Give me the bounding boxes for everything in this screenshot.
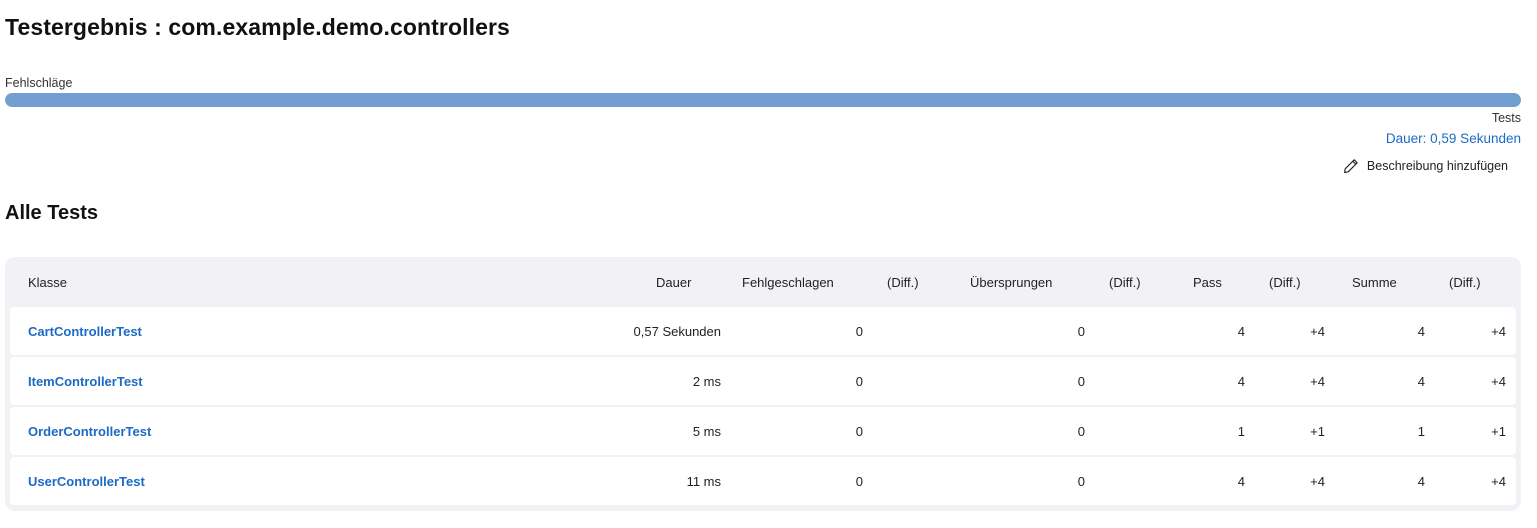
total-diff-cell: +4 [1491,474,1506,489]
total-diff-cell: +4 [1491,374,1506,389]
skipped-cell: 0 [1077,424,1085,439]
pass-diff-cell: +4 [1310,474,1325,489]
pass-diff-cell: +4 [1310,374,1325,389]
table-row: ItemControllerTest 2 ms 0 0 4 +4 4 +4 [10,357,1516,405]
pass-cell: 4 [1237,324,1245,339]
failures-label: Fehlschläge [5,76,73,90]
failed-cell: 0 [855,324,863,339]
table-row: CartControllerTest 0,57 Sekunden 0 0 4 +… [10,307,1516,355]
skipped-cell: 0 [1077,324,1085,339]
total-diff-cell: +4 [1491,324,1506,339]
failed-cell: 0 [855,374,863,389]
column-header-skipped-diff[interactable]: (Diff.) [1109,275,1141,290]
duration-cell: 5 ms [692,424,721,439]
total-cell: 1 [1417,424,1425,439]
class-link[interactable]: OrderControllerTest [28,424,151,439]
column-header-failed-diff[interactable]: (Diff.) [887,275,919,290]
all-tests-heading: Alle Tests [5,202,98,224]
add-description-label: Beschreibung hinzufügen [1366,159,1508,173]
pass-cell: 4 [1237,374,1245,389]
duration-cell: 11 ms [686,474,721,489]
total-cell: 4 [1417,324,1425,339]
class-link[interactable]: CartControllerTest [28,324,142,339]
skipped-cell: 0 [1077,474,1085,489]
class-link[interactable]: ItemControllerTest [28,374,143,389]
pass-diff-cell: +1 [1310,424,1325,439]
pass-cell: 1 [1237,424,1245,439]
column-header-class[interactable]: Klasse [28,275,67,290]
pass-diff-cell: +4 [1310,324,1325,339]
test-progress-bar [5,93,1521,107]
class-link[interactable]: UserControllerTest [28,474,145,489]
tests-label: Tests [1491,111,1521,125]
column-header-pass[interactable]: Pass [1193,275,1222,290]
table-header: Klasse Dauer Fehlgeschlagen (Diff.) Über… [5,257,1521,307]
progress-fill [5,93,1521,107]
table-row: UserControllerTest 11 ms 0 0 4 +4 4 +4 [10,457,1516,505]
column-header-duration[interactable]: Dauer [656,275,691,290]
skipped-cell: 0 [1077,374,1085,389]
column-header-failed[interactable]: Fehlgeschlagen [742,275,834,290]
total-cell: 4 [1417,474,1425,489]
pencil-icon [1343,158,1359,174]
failed-cell: 0 [855,474,863,489]
duration-cell: 0,57 Sekunden [633,324,721,339]
all-tests-table: Klasse Dauer Fehlgeschlagen (Diff.) Über… [5,257,1521,511]
duration-cell: 2 ms [692,374,721,389]
duration-link[interactable]: Dauer: 0,59 Sekunden [1386,131,1521,146]
table-row: OrderControllerTest 5 ms 0 0 1 +1 1 +1 [10,407,1516,455]
total-cell: 4 [1417,374,1425,389]
add-description-button[interactable]: Beschreibung hinzufügen [1343,158,1508,174]
column-header-total-diff[interactable]: (Diff.) [1449,275,1481,290]
column-header-skipped[interactable]: Übersprungen [970,275,1052,290]
failed-cell: 0 [855,424,863,439]
page-title: Testergebnis : com.example.demo.controll… [5,14,510,40]
total-diff-cell: +1 [1491,424,1506,439]
column-header-total[interactable]: Summe [1352,275,1397,290]
pass-cell: 4 [1237,474,1245,489]
column-header-pass-diff[interactable]: (Diff.) [1269,275,1301,290]
